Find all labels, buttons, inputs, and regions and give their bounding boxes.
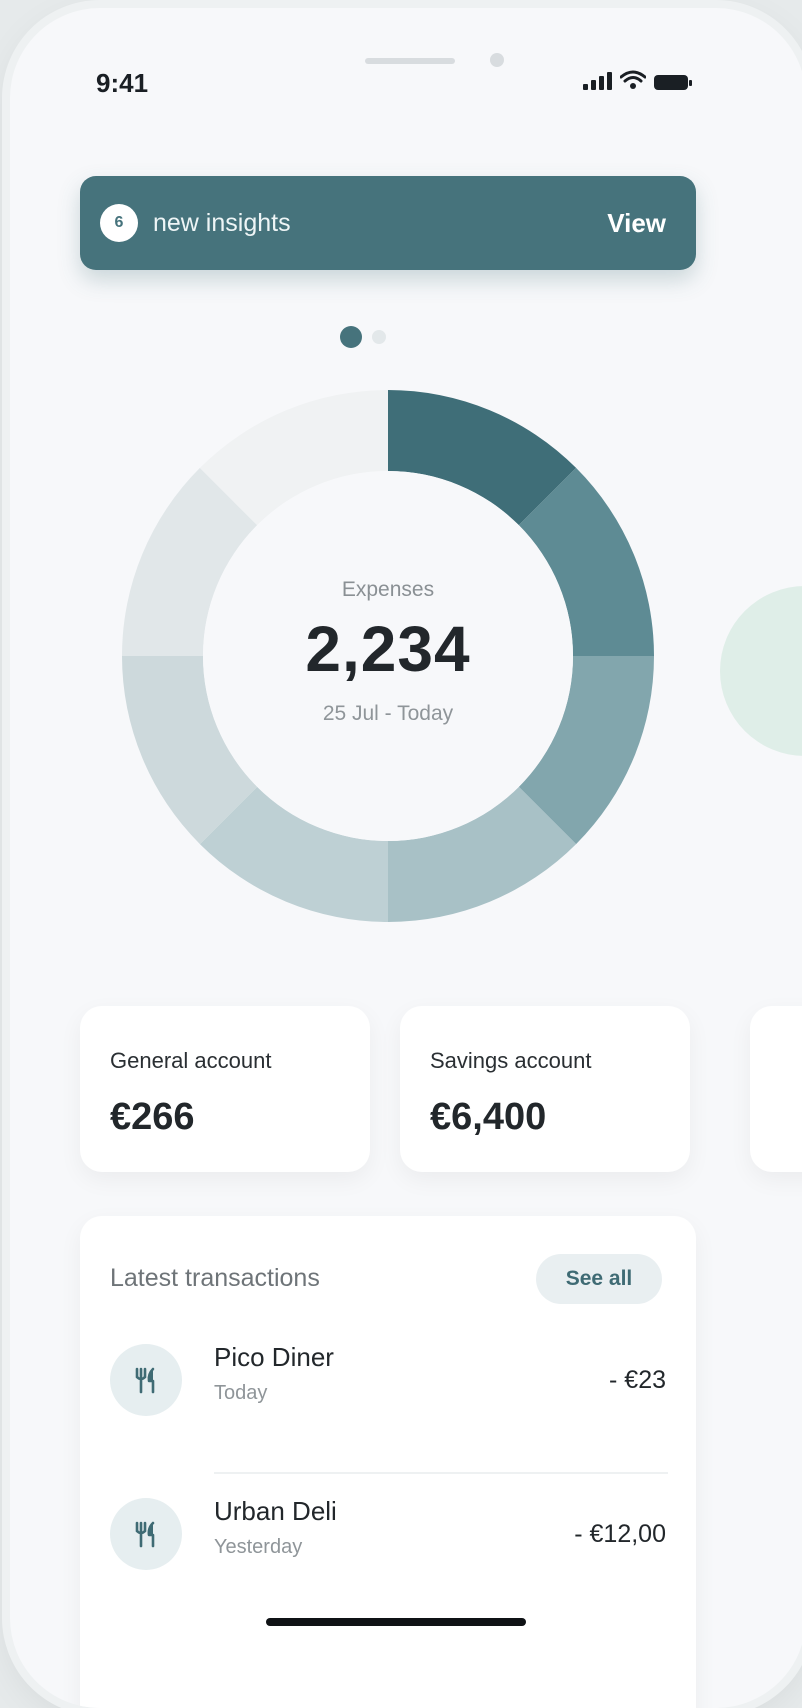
battery-icon <box>654 75 692 90</box>
donut-center: Expenses 2,234 25 Jul - Today <box>122 390 654 922</box>
transaction-row[interactable]: Urban Deli Yesterday - €12,00 <box>110 1488 666 1598</box>
home-indicator[interactable] <box>266 1618 526 1626</box>
expenses-total: 2,234 <box>305 613 471 685</box>
see-all-button[interactable]: See all <box>536 1254 662 1304</box>
transaction-name: Pico Diner <box>214 1342 334 1372</box>
phone-screen: 9:41 6 new insights View Expenses 2,234 … <box>10 8 802 1708</box>
wifi-icon <box>620 70 646 89</box>
insights-banner[interactable]: 6 new insights View <box>80 176 696 270</box>
page-indicator <box>340 326 386 348</box>
signal-icon <box>583 72 612 90</box>
view-insights-button[interactable]: View <box>607 208 666 239</box>
transaction-date: Yesterday <box>214 1536 303 1558</box>
next-chart-peek[interactable] <box>720 586 802 756</box>
account-balance: €6,400 <box>430 1096 547 1138</box>
expenses-label: Expenses <box>341 578 435 601</box>
account-card-savings[interactable]: Savings account €6,400 <box>400 1006 690 1172</box>
utensils-icon <box>110 1344 182 1416</box>
insights-count-badge: 6 <box>100 204 138 242</box>
speaker-notch <box>365 58 455 64</box>
transaction-name: Urban Deli <box>214 1496 337 1526</box>
transaction-row[interactable]: Pico Diner Today - €23 <box>110 1334 666 1444</box>
transactions-title: Latest transactions <box>110 1264 320 1292</box>
transaction-amount: - €12,00 <box>574 1520 666 1548</box>
account-card-general[interactable]: General account €266 <box>80 1006 370 1172</box>
transaction-date: Today <box>214 1382 268 1404</box>
insights-text: new insights <box>153 208 291 237</box>
divider <box>214 1472 668 1474</box>
camera-dot <box>490 53 504 67</box>
transactions-card: Latest transactions See all Pico Diner T… <box>80 1216 696 1708</box>
expenses-date-range: 25 Jul - Today <box>322 702 454 725</box>
page-dot-active[interactable] <box>340 326 362 348</box>
page-dot[interactable] <box>372 330 386 344</box>
account-balance: €266 <box>110 1096 195 1138</box>
account-card-next[interactable] <box>750 1006 802 1172</box>
account-label: Savings account <box>430 1048 592 1073</box>
utensils-icon <box>110 1498 182 1570</box>
transaction-amount: - €23 <box>609 1366 666 1394</box>
status-time: 9:41 <box>96 68 149 98</box>
status-icons <box>583 70 692 90</box>
account-label: General account <box>110 1048 272 1073</box>
